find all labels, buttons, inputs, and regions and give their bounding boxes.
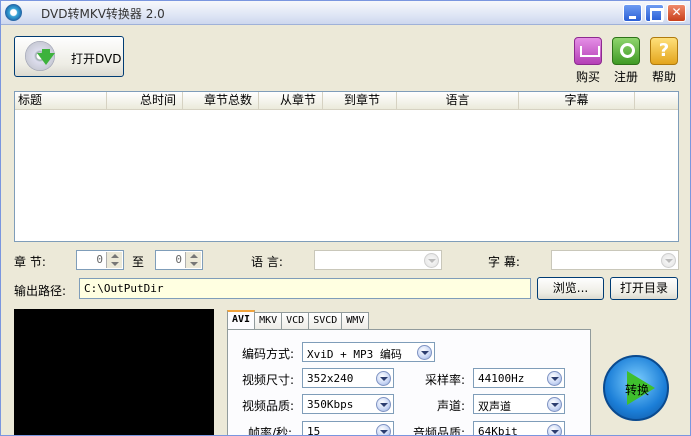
dropdown-icon[interactable] [661, 253, 676, 268]
chapter-from-spinner[interactable]: 0 [76, 250, 124, 270]
register-label: 注册 [613, 70, 638, 84]
video-size-label: 视频尺寸: [242, 373, 295, 387]
frame-rate-label: 帧率/秒: [248, 426, 293, 436]
column-title[interactable]: 标题 [15, 92, 107, 110]
register-button[interactable]: 注册 [611, 37, 641, 85]
title-list[interactable]: 标题 总时间 章节总数 从章节 到章节 语言 字幕 [14, 91, 679, 242]
channel-label: 声道: [437, 399, 466, 413]
browse-button[interactable]: 浏览... [537, 277, 604, 300]
audio-quality-select[interactable]: 64Kbit [473, 421, 565, 435]
dropdown-icon[interactable] [417, 345, 432, 360]
tab-wmv[interactable]: WMV [341, 312, 370, 330]
open-dvd-label: 打开DVD [71, 52, 122, 66]
column-chapter-count[interactable]: 章节总数 [183, 92, 259, 110]
close-button[interactable]: ✕ [667, 4, 686, 22]
open-folder-button[interactable]: 打开目录 [610, 277, 678, 300]
chapter-label: 章 节: [14, 255, 46, 269]
video-preview [14, 309, 214, 435]
chapter-to-label: 至 [132, 255, 145, 269]
dropdown-icon[interactable] [376, 424, 391, 435]
tab-avi[interactable]: AVI [227, 310, 256, 330]
channel-select[interactable]: 双声道 [473, 394, 565, 414]
column-language[interactable]: 语言 [397, 92, 519, 110]
format-tabs: AVI MKV VCD SVCD WMV [227, 310, 370, 330]
app-icon [5, 4, 22, 21]
dropdown-icon[interactable] [547, 371, 562, 386]
convert-label: 转换 [625, 383, 650, 397]
column-from-chapter[interactable]: 从章节 [259, 92, 323, 110]
buy-label: 购买 [575, 70, 600, 84]
output-path-label: 输出路径: [14, 284, 67, 298]
sample-rate-label: 采样率: [425, 373, 466, 387]
output-path-input[interactable]: C:\OutPutDir [79, 278, 531, 299]
help-icon: ? [650, 37, 678, 65]
main-window: DVD转MKV转换器 2.0 ✕ 打开DVD 购买 注册 ? 帮助 标题 总时间… [0, 0, 691, 436]
video-quality-select[interactable]: 350Kbps [302, 394, 394, 414]
column-total-time[interactable]: 总时间 [107, 92, 183, 110]
video-quality-label: 视频品质: [242, 399, 295, 413]
dropdown-icon[interactable] [547, 397, 562, 412]
dropdown-icon[interactable] [376, 371, 391, 386]
language-label: 语 言: [251, 255, 283, 269]
spinner-arrows-icon[interactable] [106, 252, 122, 268]
encoding-label: 编码方式: [242, 347, 295, 361]
column-subtitle[interactable]: 字幕 [519, 92, 635, 110]
dropdown-icon[interactable] [424, 253, 439, 268]
spinner-arrows-icon[interactable] [185, 252, 201, 268]
frame-rate-select[interactable]: 15 [302, 421, 394, 435]
maximize-button[interactable] [645, 4, 664, 22]
video-size-select[interactable]: 352x240 [302, 368, 394, 388]
open-dvd-button[interactable]: 打开DVD [14, 36, 124, 77]
help-label: 帮助 [651, 70, 676, 84]
convert-button[interactable]: 转换 [603, 355, 669, 421]
list-header: 标题 总时间 章节总数 从章节 到章节 语言 字幕 [15, 92, 678, 110]
sample-rate-select[interactable]: 44100Hz [473, 368, 565, 388]
dropdown-icon[interactable] [547, 424, 562, 435]
tab-svcd[interactable]: SVCD [308, 312, 343, 330]
subtitle-select[interactable] [551, 250, 679, 270]
minimize-button[interactable] [623, 4, 642, 22]
window-title: DVD转MKV转换器 2.0 [41, 7, 165, 21]
audio-quality-label: 音频品质: [413, 426, 466, 436]
encoding-select[interactable]: XviD + MP3 编码 [302, 342, 435, 362]
buy-button[interactable]: 购买 [573, 37, 603, 85]
subtitle-label: 字 幕: [488, 255, 520, 269]
chapter-to-spinner[interactable]: 0 [155, 250, 203, 270]
key-icon [612, 37, 640, 65]
dropdown-icon[interactable] [376, 397, 391, 412]
cart-icon [574, 37, 602, 65]
language-select[interactable] [314, 250, 442, 270]
tab-vcd[interactable]: VCD [281, 312, 310, 330]
title-bar: DVD转MKV转换器 2.0 ✕ [1, 1, 690, 25]
tab-mkv[interactable]: MKV [254, 312, 283, 330]
column-to-chapter[interactable]: 到章节 [323, 92, 397, 110]
avi-settings-panel: 编码方式: XviD + MP3 编码 视频尺寸: 352x240 采样率: 4… [227, 329, 591, 436]
help-button[interactable]: ? 帮助 [649, 37, 679, 85]
